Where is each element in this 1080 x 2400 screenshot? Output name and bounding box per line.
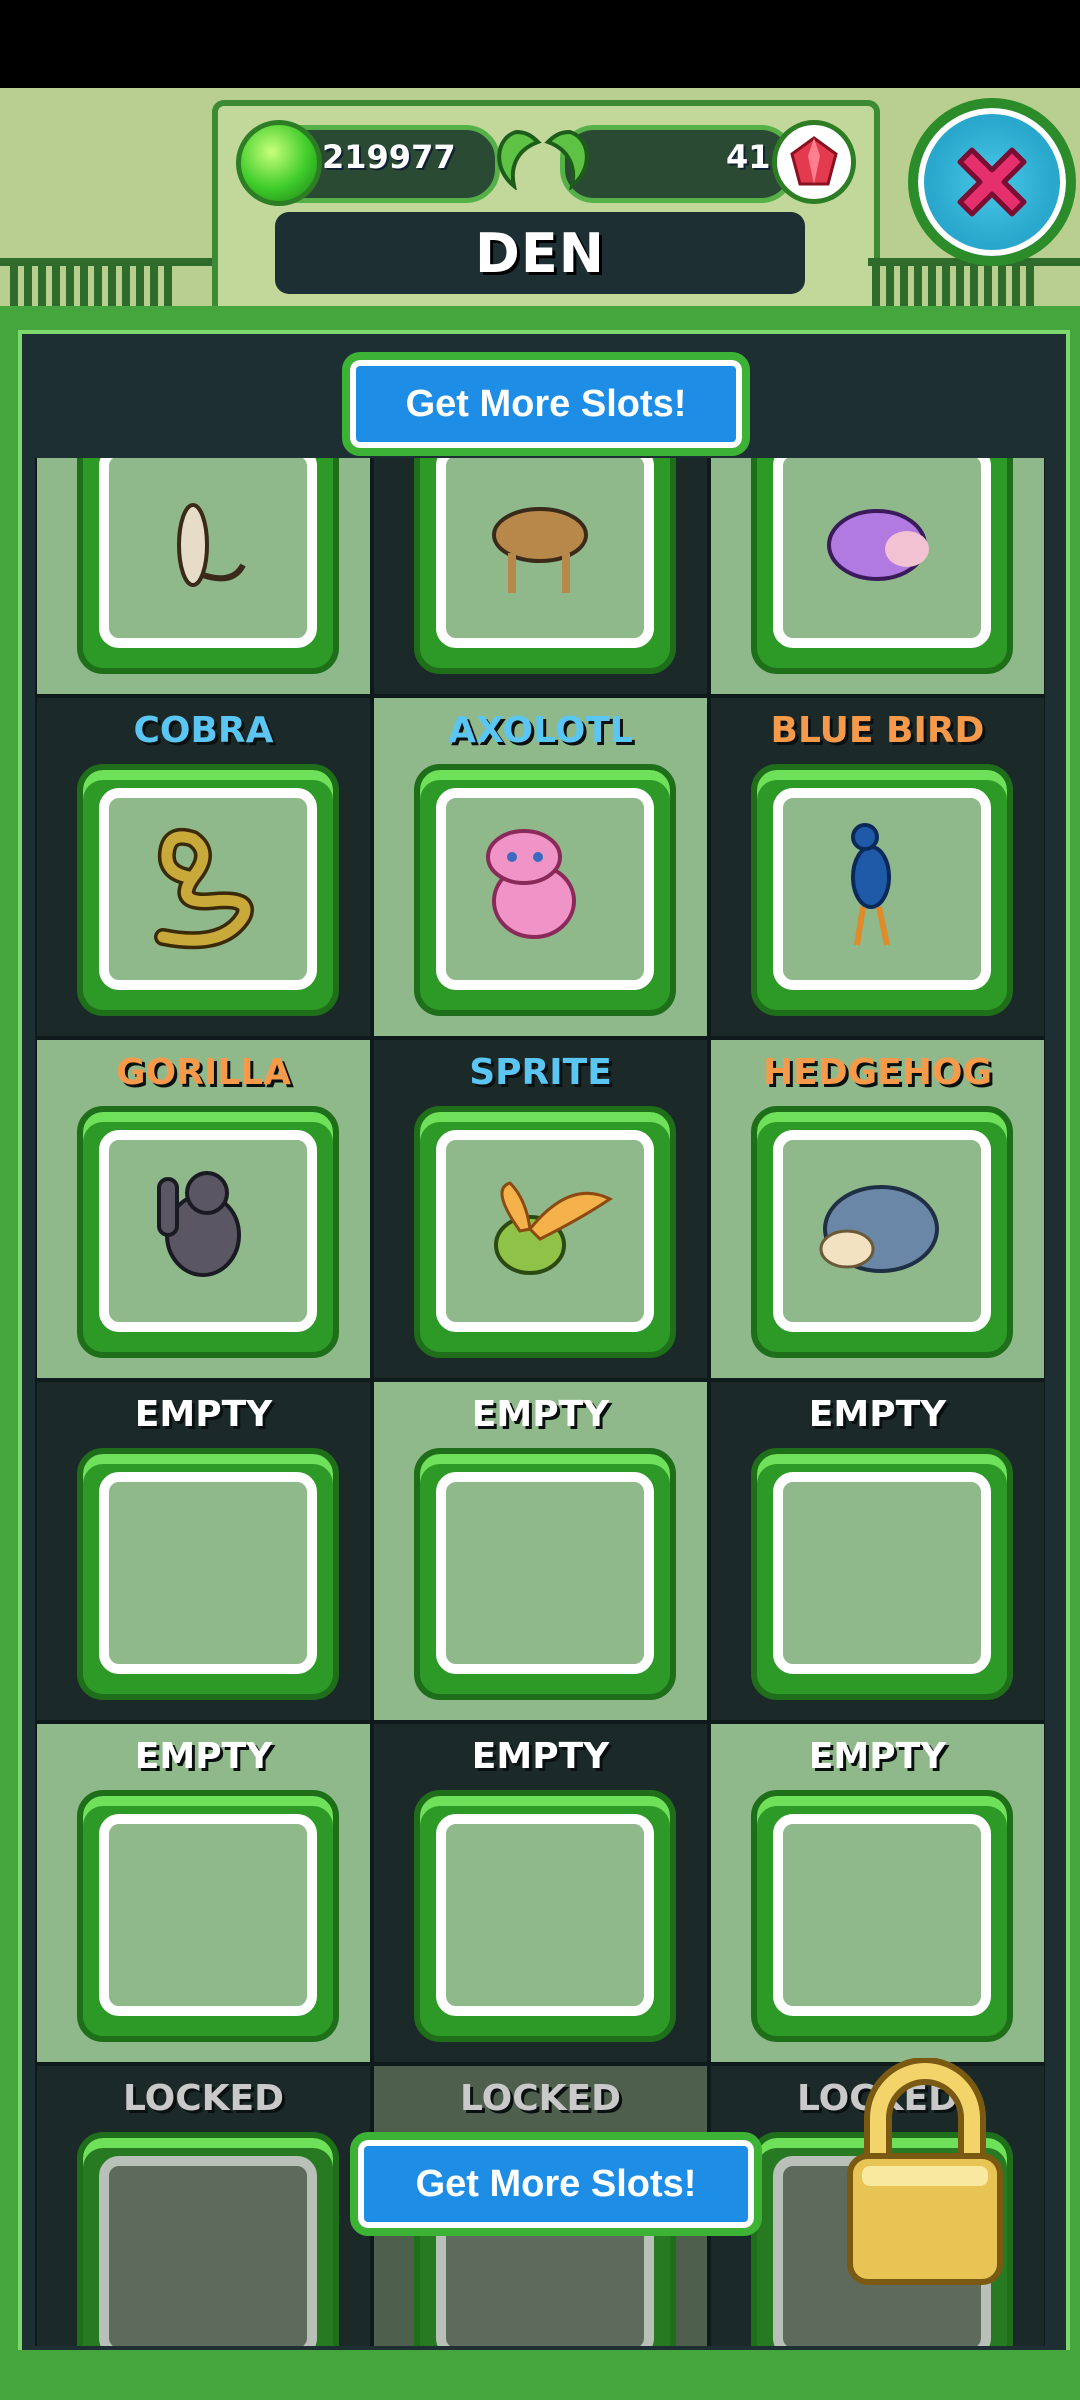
bottom-frame	[0, 2350, 1080, 2400]
cobra-icon	[133, 817, 283, 961]
slot-inner	[99, 1814, 317, 2016]
leaf-icon	[497, 129, 542, 190]
slot-label: LOCKED	[459, 2078, 622, 2119]
slot-label: HEDGEHOG	[762, 1052, 993, 1093]
slot-inner	[436, 1130, 654, 1332]
slot-frame	[77, 458, 339, 674]
gem-count: 41	[726, 138, 771, 176]
slot-inner	[436, 1472, 654, 1674]
slot-frame	[751, 1448, 1013, 1700]
slot-frame	[77, 1790, 339, 2042]
slot-frame	[414, 1448, 676, 1700]
den-slot-filled[interactable]: COBRA	[35, 696, 372, 1038]
slot-inner	[773, 1472, 991, 1674]
den-slot-filled[interactable]: HEDGEHOG	[709, 1038, 1045, 1380]
slot-frame	[77, 1448, 339, 1700]
den-slot-filled[interactable]	[35, 458, 372, 696]
slot-inner	[436, 458, 654, 648]
den-slot-empty[interactable]: EMPTY	[372, 1722, 709, 2064]
close-icon	[957, 147, 1027, 217]
padlock-icon	[847, 2058, 1003, 2285]
status-bar-area	[0, 0, 1080, 88]
slot-frame	[751, 458, 1013, 674]
slot-inner	[773, 458, 991, 648]
den-slot-empty[interactable]: EMPTY	[35, 1380, 372, 1722]
slot-inner	[99, 2156, 317, 2346]
slot-label: LOCKED	[122, 2078, 285, 2119]
slot-label: SPRITE	[469, 1052, 612, 1093]
weasel-icon	[133, 475, 283, 619]
slot-label: EMPTY	[471, 1394, 610, 1435]
dodo-icon	[807, 475, 957, 619]
hedgehog-icon	[807, 1159, 957, 1303]
den-slot-filled[interactable]: SPRITE	[372, 1038, 709, 1380]
slot-label: COBRA	[133, 710, 274, 751]
den-slot-empty[interactable]: EMPTY	[709, 1380, 1045, 1722]
slot-inner	[99, 1130, 317, 1332]
slot-frame	[77, 1106, 339, 1358]
fence-left	[10, 262, 172, 310]
den-slot-filled[interactable]: AXOLOTL	[372, 696, 709, 1038]
slot-frame	[751, 1106, 1013, 1358]
slot-inner	[436, 1814, 654, 2016]
slot-frame	[751, 764, 1013, 1016]
green-gem-icon	[236, 120, 322, 206]
slot-label: EMPTY	[134, 1394, 273, 1435]
coin-count: 219977	[322, 138, 456, 176]
den-slot-locked[interactable]: LOCKED	[35, 2064, 372, 2346]
game-screen: 219977 41 DEN COBRA AXOLOTL BLUE BIRD GORIL…	[0, 0, 1080, 2400]
gorilla-icon	[133, 1159, 283, 1303]
get-more-slots-button-bottom[interactable]: Get More Slots!	[350, 2132, 762, 2236]
slot-frame	[414, 1106, 676, 1358]
slot-frame	[414, 764, 676, 1016]
slot-label: AXOLOTL	[448, 710, 633, 751]
blue-bird-icon	[807, 817, 957, 961]
slot-label: EMPTY	[808, 1736, 947, 1777]
red-gem-icon	[772, 120, 856, 204]
slot-label: EMPTY	[471, 1736, 610, 1777]
den-slot-empty[interactable]: EMPTY	[372, 1380, 709, 1722]
fence-right	[872, 262, 1034, 310]
get-more-slots-button-top[interactable]: Get More Slots!	[342, 352, 750, 456]
slot-frame	[77, 764, 339, 1016]
slot-inner	[773, 1814, 991, 2016]
den-slot-filled[interactable]: BLUE BIRD	[709, 696, 1045, 1038]
slot-inner	[99, 788, 317, 990]
slot-label: BLUE BIRD	[770, 710, 985, 751]
slot-inner	[773, 1130, 991, 1332]
slot-label: EMPTY	[808, 1394, 947, 1435]
slot-inner	[99, 1472, 317, 1674]
leaf-icon	[544, 129, 589, 190]
slot-frame	[77, 2132, 339, 2346]
slot-inner	[99, 458, 317, 648]
slot-inner	[773, 788, 991, 990]
title-text: DEN	[475, 221, 605, 285]
close-button[interactable]	[908, 98, 1076, 266]
slot-inner	[436, 788, 654, 990]
slot-label: GORILLA	[115, 1052, 291, 1093]
sprite-icon	[470, 1159, 620, 1303]
den-slot-empty[interactable]: EMPTY	[709, 1722, 1045, 2064]
slot-label: EMPTY	[134, 1736, 273, 1777]
slot-frame	[414, 1790, 676, 2042]
den-slot-filled[interactable]	[372, 458, 709, 696]
slot-frame	[751, 1790, 1013, 2042]
den-slot-empty[interactable]: EMPTY	[35, 1722, 372, 2064]
den-slot-filled[interactable]: GORILLA	[35, 1038, 372, 1380]
slot-frame	[414, 458, 676, 674]
camel-icon	[470, 475, 620, 619]
axolotl-icon	[470, 817, 620, 961]
page-title: DEN	[275, 212, 805, 294]
den-slot-filled[interactable]	[709, 458, 1045, 696]
